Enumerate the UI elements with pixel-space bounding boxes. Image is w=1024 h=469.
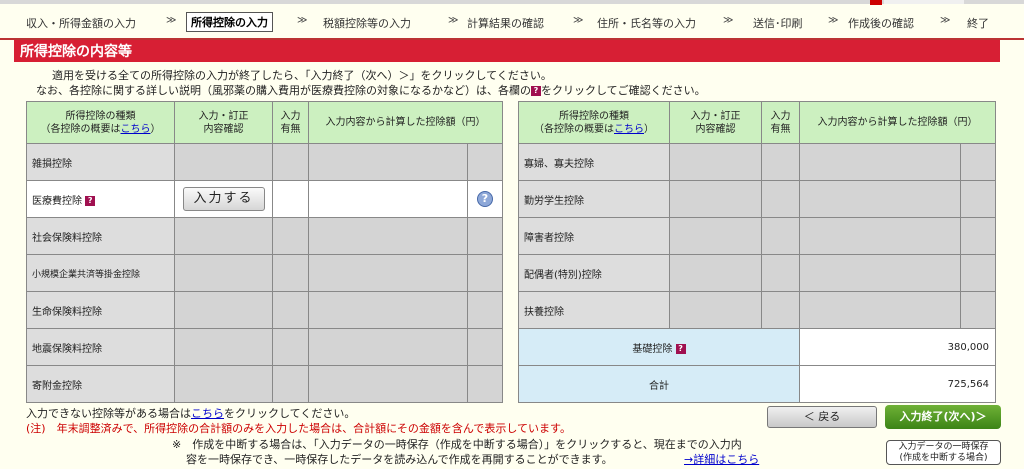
help-icon: ? <box>531 86 541 96</box>
table-row: 雑損控除 <box>26 143 503 181</box>
nav-arrow: ≫ <box>573 15 584 26</box>
nav-arrow: ≫ <box>723 15 734 26</box>
nav-step-tax-credit: 税額控除等の入力 <box>323 17 411 30</box>
table-row: 地震保険料控除 <box>26 328 503 366</box>
table-row: 扶養控除 <box>518 291 996 329</box>
help-question-icon[interactable]: ? <box>477 191 493 207</box>
nav-arrow: ≫ <box>828 15 839 26</box>
table-row: 小規模企業共済等掛金控除 <box>26 254 503 292</box>
table-row: 合計 725,564 <box>518 365 996 403</box>
row-label-medical: 医療費控除 ? <box>26 180 175 218</box>
row-label-working-student: 勤労学生控除 <box>518 180 670 218</box>
help-icon[interactable]: ? <box>85 195 96 206</box>
instruction-line-2-b: をクリックしてご確認ください。 <box>541 84 706 97</box>
basic-deduction-label: 基礎控除 <box>632 343 673 355</box>
back-button[interactable]: ＜ 戻る <box>767 406 877 428</box>
header-input-edit: 入力・訂正 内容確認 <box>174 101 273 144</box>
table-row: 寡婦、寡夫控除 <box>518 143 996 181</box>
table-row: 勤労学生控除 <box>518 180 996 218</box>
table-row: 生命保険料控除 <box>26 291 503 329</box>
medical-amount <box>308 180 468 218</box>
basic-deduction-value: 380,000 <box>799 328 996 366</box>
save-note-line-2: 容を一時保存でき、一時保存したデータを読み込んで作成を再開することができます。 <box>186 453 613 466</box>
overview-link[interactable]: こちら <box>121 124 151 135</box>
nav-step-address: 住所・氏名等の入力 <box>597 17 696 30</box>
deduction-table-left: 所得控除の種類 （各控除の概要はこちら） 入力・訂正 内容確認 入力 有無 入力内容か… <box>26 101 503 403</box>
section-title-bar <box>14 40 1000 62</box>
nav-step-deductions-current: 所得控除の入力 <box>186 12 273 32</box>
nav-step-income: 収入・所得金額の入力 <box>26 17 136 30</box>
help-icon[interactable]: ? <box>675 343 686 354</box>
table-row: 障害者控除 <box>518 217 996 255</box>
nav-arrow: ≫ <box>448 15 459 26</box>
row-label-donation: 寄附金控除 <box>26 365 175 403</box>
row-label-dependents: 扶養控除 <box>518 291 670 329</box>
nav-step-confirm: 作成後の確認 <box>848 17 914 30</box>
section-title: 所得控除の内容等 <box>20 44 132 60</box>
deduction-table-right: 所得控除の種類 （各控除の概要はこちら） 入力・訂正 内容確認 入力 有無 入力内容か… <box>518 101 996 403</box>
nav-arrow: ≫ <box>297 15 308 26</box>
overview-link[interactable]: こちら <box>614 124 644 135</box>
unsupported-deduction-link[interactable]: こちら <box>191 407 224 420</box>
row-label-life-insurance: 生命保険料控除 <box>26 291 175 329</box>
table-row: 基礎控除 ? 380,000 <box>518 328 996 366</box>
save-note-line-1: ※ 作成を中断する場合は、「入力データの一時保存（作成を中断する場合）」をクリッ… <box>172 438 742 451</box>
detail-link[interactable]: →詳細はこちら <box>684 451 759 467</box>
top-highlight <box>884 0 964 4</box>
row-label-widow: 寡婦、寡夫控除 <box>518 143 670 181</box>
row-label-social-insurance: 社会保険料控除 <box>26 217 175 255</box>
nav-step-send-print: 送信･印刷 <box>753 17 803 30</box>
table-row: 寄附金控除 <box>26 365 503 403</box>
instruction-line-2: なお、各控除に関する詳しい説明（風邪薬の購入費用が医療費控除の対象になるかなど）… <box>36 82 706 98</box>
unsupported-deduction-note: 入力できない控除等がある場合はこちらをクリックしてください。 <box>26 407 356 420</box>
header-amount: 入力内容から計算した控除額（円） <box>799 101 996 144</box>
medical-has-input <box>272 180 309 218</box>
basic-deduction-label-cell: 基礎控除 ? <box>518 328 800 366</box>
total-label: 合計 <box>518 365 800 403</box>
total-value: 725,564 <box>799 365 996 403</box>
flag-mark <box>870 0 882 5</box>
row-label-small-business-mutual: 小規模企業共済等掛金控除 <box>26 254 175 292</box>
row-label-spouse: 配偶者(特別)控除 <box>518 254 670 292</box>
row-label-earthquake-insurance: 地震保険料控除 <box>26 328 175 366</box>
header-input-edit: 入力・訂正 内容確認 <box>669 101 762 144</box>
year-end-adjustment-note: (注) 年末調整済みで、所得控除の合計額のみを入力した場合は、合計額にその金額を… <box>26 422 571 435</box>
temp-save-button[interactable]: 入力データの一時保存 (作成を中断する場合) <box>886 440 1001 465</box>
header-amount: 入力内容から計算した控除額（円） <box>308 101 503 144</box>
nav-arrow: ≫ <box>940 15 951 26</box>
header-deduction-type: 所得控除の種類 （各控除の概要はこちら） <box>518 101 670 144</box>
nav-step-calc-result: 計算結果の確認 <box>467 17 544 30</box>
instruction-line-1: 適用を受ける全ての所得控除の入力が終了したら、「入力終了（次へ）＞」をクリックし… <box>52 69 552 82</box>
medical-input-button[interactable]: 入力する <box>182 187 265 211</box>
nav-arrow: ≫ <box>166 15 177 26</box>
nav-step-end: 終了 <box>967 17 989 30</box>
table-row: 社会保険料控除 <box>26 217 503 255</box>
header-has-input: 入力 有無 <box>272 101 309 144</box>
header-deduction-type: 所得控除の種類 （各控除の概要はこちら） <box>26 101 175 144</box>
finish-next-button[interactable]: 入力終了(次へ)＞ <box>885 405 1001 429</box>
table-row: 配偶者(特別)控除 <box>518 254 996 292</box>
table-row: 医療費控除 ? 入力する ? <box>26 180 503 218</box>
row-label-disability: 障害者控除 <box>518 217 670 255</box>
instruction-line-2-a: なお、各控除に関する詳しい説明（風邪薬の購入費用が医療費控除の対象になるかなど）… <box>36 84 531 97</box>
header-has-input: 入力 有無 <box>761 101 800 144</box>
row-label-casualty-loss: 雑損控除 <box>26 143 175 181</box>
